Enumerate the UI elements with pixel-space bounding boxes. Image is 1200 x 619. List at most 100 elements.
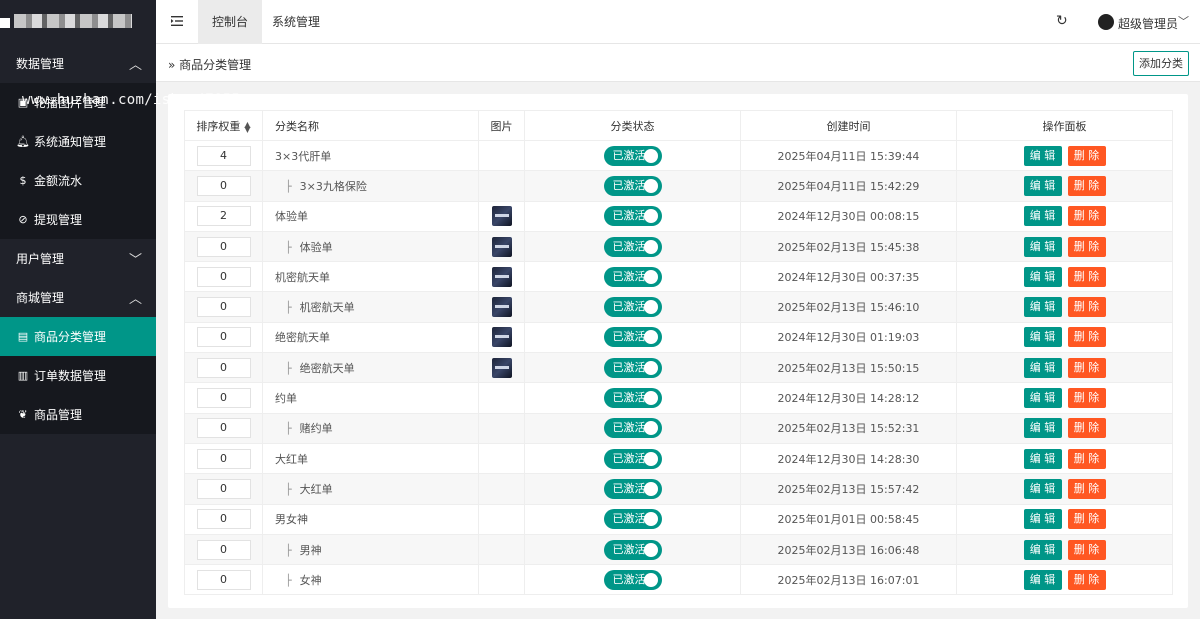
sidebar-item-orders[interactable]: ▥ 订单数据管理 — [0, 356, 156, 395]
order-input[interactable]: 0 — [196, 236, 251, 257]
status-toggle[interactable]: 已激活 — [603, 236, 662, 257]
status-toggle[interactable]: 已激活 — [603, 206, 662, 227]
category-name: 大红单 — [299, 482, 333, 496]
edit-button[interactable]: 编 辑 — [1023, 327, 1062, 348]
order-input[interactable]: 0 — [196, 388, 251, 409]
sidebar-item-notice[interactable]: 🔔︎ 系统通知管理 — [0, 122, 156, 161]
delete-button[interactable]: 删 除 — [1067, 297, 1106, 318]
order-input[interactable]: 0 — [196, 418, 251, 439]
edit-button[interactable]: 编 辑 — [1023, 509, 1062, 530]
delete-button[interactable]: 删 除 — [1067, 569, 1106, 590]
table-header-row: 排序权重 ▲ ▼ 分类名称 图片 分类状态 创建时间 操作面板 — [184, 110, 1173, 141]
edit-button[interactable]: 编 辑 — [1023, 448, 1062, 469]
status-toggle[interactable]: 已激活 — [603, 569, 662, 590]
user-name[interactable]: 超级管理员 — [1118, 15, 1178, 32]
status-toggle[interactable]: 已激活 — [603, 539, 662, 560]
delete-button[interactable]: 删 除 — [1067, 388, 1106, 409]
order-input[interactable]: 0 — [196, 569, 251, 590]
delete-button[interactable]: 删 除 — [1067, 539, 1106, 560]
logo — [0, 0, 156, 44]
category-name: 大红单 — [275, 452, 308, 466]
order-input[interactable]: 0 — [196, 509, 251, 530]
edit-button[interactable]: 编 辑 — [1023, 418, 1062, 439]
status-toggle[interactable]: 已激活 — [603, 509, 662, 530]
status-toggle[interactable]: 已激活 — [603, 418, 662, 439]
delete-button[interactable]: 删 除 — [1067, 206, 1106, 227]
sidebar-group-users[interactable]: 用户管理 ﹀ — [0, 239, 156, 278]
status-toggle[interactable]: 已激活 — [603, 357, 662, 378]
delete-button[interactable]: 删 除 — [1067, 266, 1106, 287]
status-toggle[interactable]: 已激活 — [603, 478, 662, 499]
delete-button[interactable]: 删 除 — [1067, 175, 1106, 196]
add-category-button[interactable]: 添加分类 — [1133, 51, 1189, 76]
category-image[interactable] — [491, 357, 512, 378]
order-input[interactable]: 2 — [196, 206, 251, 227]
edit-button[interactable]: 编 辑 — [1023, 539, 1062, 560]
bell-icon: 🔔︎ — [16, 135, 30, 148]
sidebar-group-data[interactable]: 数据管理 ︿ — [0, 44, 156, 83]
order-input[interactable]: 0 — [196, 175, 251, 196]
edit-button[interactable]: 编 辑 — [1023, 266, 1062, 287]
order-input[interactable]: 0 — [196, 297, 251, 318]
order-input[interactable]: 0 — [196, 357, 251, 378]
delete-button[interactable]: 删 除 — [1067, 327, 1106, 348]
tab-system[interactable]: 系统管理 — [258, 0, 334, 44]
sidebar-item-goods[interactable]: ❦ 商品管理 — [0, 395, 156, 434]
table-row: 0 约单 已激活 2024年12月30日 14:28:12 编 辑删 除 — [184, 382, 1173, 414]
category-image[interactable] — [491, 266, 512, 287]
sidebar-item-flow[interactable]: $ 金额流水 — [0, 161, 156, 200]
delete-button[interactable]: 删 除 — [1067, 448, 1106, 469]
col-header-order[interactable]: 排序权重 ▲ ▼ — [184, 110, 263, 141]
edit-button[interactable]: 编 辑 — [1023, 145, 1062, 166]
order-input[interactable]: 0 — [196, 539, 251, 560]
delete-button[interactable]: 删 除 — [1067, 509, 1106, 530]
avatar[interactable] — [1098, 14, 1114, 30]
created-time: 2025年04月11日 15:39:44 — [740, 139, 957, 172]
order-input[interactable]: 4 — [196, 145, 251, 166]
chevron-down-icon[interactable]: ﹀ — [1178, 13, 1189, 29]
delete-button[interactable]: 删 除 — [1067, 236, 1106, 257]
tab-console[interactable]: 控制台 — [198, 0, 263, 44]
menu-toggle-icon[interactable] — [170, 14, 184, 28]
tree-branch-icon: ├ — [285, 573, 292, 587]
status-toggle[interactable]: 已激活 — [603, 448, 662, 469]
category-image[interactable] — [491, 297, 512, 318]
delete-button[interactable]: 删 除 — [1067, 418, 1106, 439]
edit-button[interactable]: 编 辑 — [1023, 206, 1062, 227]
delete-button[interactable]: 删 除 — [1067, 145, 1106, 166]
sidebar-item-category[interactable]: ▤ 商品分类管理 — [0, 317, 156, 356]
tree-branch-icon: ├ — [285, 240, 292, 254]
category-name: 女神 — [299, 573, 322, 587]
delete-button[interactable]: 删 除 — [1067, 478, 1106, 499]
created-time: 2025年01月01日 00:58:45 — [740, 503, 957, 535]
category-image[interactable] — [491, 327, 512, 348]
status-toggle[interactable]: 已激活 — [603, 175, 662, 196]
edit-button[interactable]: 编 辑 — [1023, 236, 1062, 257]
status-toggle[interactable]: 已激活 — [603, 388, 662, 409]
refresh-icon[interactable]: ↻ — [1056, 13, 1068, 29]
sidebar-group-mall[interactable]: 商城管理 ︿ — [0, 278, 156, 317]
tree-branch-icon: ├ — [285, 179, 292, 193]
status-toggle[interactable]: 已激活 — [603, 327, 662, 348]
order-input[interactable]: 0 — [196, 266, 251, 287]
edit-button[interactable]: 编 辑 — [1023, 297, 1062, 318]
order-input[interactable]: 0 — [196, 327, 251, 348]
status-toggle[interactable]: 已激活 — [603, 145, 662, 166]
sidebar-item-withdraw[interactable]: ⊘ 提现管理 — [0, 200, 156, 239]
sidebar-item-label: 订单数据管理 — [34, 369, 107, 383]
edit-button[interactable]: 编 辑 — [1023, 569, 1062, 590]
category-image[interactable] — [491, 236, 512, 257]
edit-button[interactable]: 编 辑 — [1023, 388, 1062, 409]
category-image[interactable] — [491, 206, 512, 227]
order-input[interactable]: 0 — [196, 448, 251, 469]
status-toggle[interactable]: 已激活 — [603, 297, 662, 318]
status-toggle[interactable]: 已激活 — [603, 266, 662, 287]
table-row: 0 ├ 女神 已激活 2025年02月13日 16:07:01 编 辑删 除 — [184, 564, 1173, 596]
order-input[interactable]: 0 — [196, 478, 251, 499]
sort-icon[interactable]: ▲ ▼ — [244, 120, 250, 133]
created-time: 2025年02月13日 16:06:48 — [740, 533, 957, 566]
edit-button[interactable]: 编 辑 — [1023, 175, 1062, 196]
delete-button[interactable]: 删 除 — [1067, 357, 1106, 378]
edit-button[interactable]: 编 辑 — [1023, 357, 1062, 378]
edit-button[interactable]: 编 辑 — [1023, 478, 1062, 499]
